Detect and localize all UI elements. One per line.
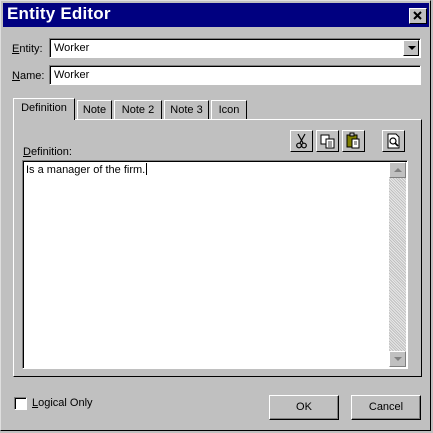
title-bar: Entity Editor — [3, 3, 429, 27]
entity-label: Entity: — [12, 43, 43, 55]
text-caret — [146, 163, 148, 175]
tab-label: Note — [82, 104, 107, 116]
paste-icon — [346, 132, 360, 149]
ok-button[interactable]: OK — [269, 395, 339, 420]
preview-icon — [387, 133, 400, 149]
chevron-down-icon — [408, 46, 416, 50]
definition-label: Definition: — [23, 146, 72, 158]
tab-icon[interactable]: Icon — [211, 100, 247, 120]
logical-only-label[interactable]: Logical Only — [32, 397, 93, 409]
entity-value: Worker — [54, 42, 90, 54]
copy-button[interactable] — [316, 130, 339, 152]
definition-textarea[interactable]: Is a manager of the firm. — [22, 160, 408, 369]
tab-label: Definition — [21, 102, 67, 114]
scroll-up-button[interactable] — [389, 162, 406, 178]
cut-button[interactable] — [290, 130, 313, 152]
cancel-button[interactable]: Cancel — [351, 395, 421, 420]
name-value: Worker — [54, 69, 90, 81]
tab-note-3[interactable]: Note 3 — [164, 100, 209, 120]
preview-button[interactable] — [382, 130, 405, 152]
entity-dropdown-button[interactable] — [403, 40, 419, 56]
logical-only-checkbox[interactable] — [14, 397, 27, 410]
copy-icon — [320, 134, 335, 149]
tab-note-2[interactable]: Note 2 — [114, 100, 162, 120]
close-icon — [413, 11, 422, 20]
name-field[interactable]: Worker — [49, 65, 421, 85]
tab-label: Icon — [218, 104, 240, 116]
scissors-icon — [296, 133, 307, 149]
entity-combobox[interactable]: Worker — [49, 38, 421, 58]
chevron-up-icon — [394, 168, 402, 172]
name-label: Name: — [12, 70, 45, 82]
cancel-label: Cancel — [368, 401, 404, 413]
scroll-down-button[interactable] — [389, 351, 406, 367]
ok-label: OK — [296, 401, 312, 413]
vertical-scrollbar[interactable] — [389, 162, 406, 367]
definition-text: Is a manager of the firm. — [26, 163, 148, 176]
window-title: Entity Editor — [7, 4, 111, 23]
chevron-down-icon — [394, 357, 402, 361]
paste-button[interactable] — [342, 130, 365, 152]
tab-definition[interactable]: Definition — [13, 98, 75, 120]
tab-label: Note 3 — [170, 104, 203, 116]
close-button[interactable] — [409, 8, 427, 24]
tab-label: Note 2 — [121, 104, 155, 116]
entity-editor-window: Entity Editor Entity: Worker Name: Worke… — [0, 0, 431, 431]
tab-note[interactable]: Note — [77, 100, 112, 120]
